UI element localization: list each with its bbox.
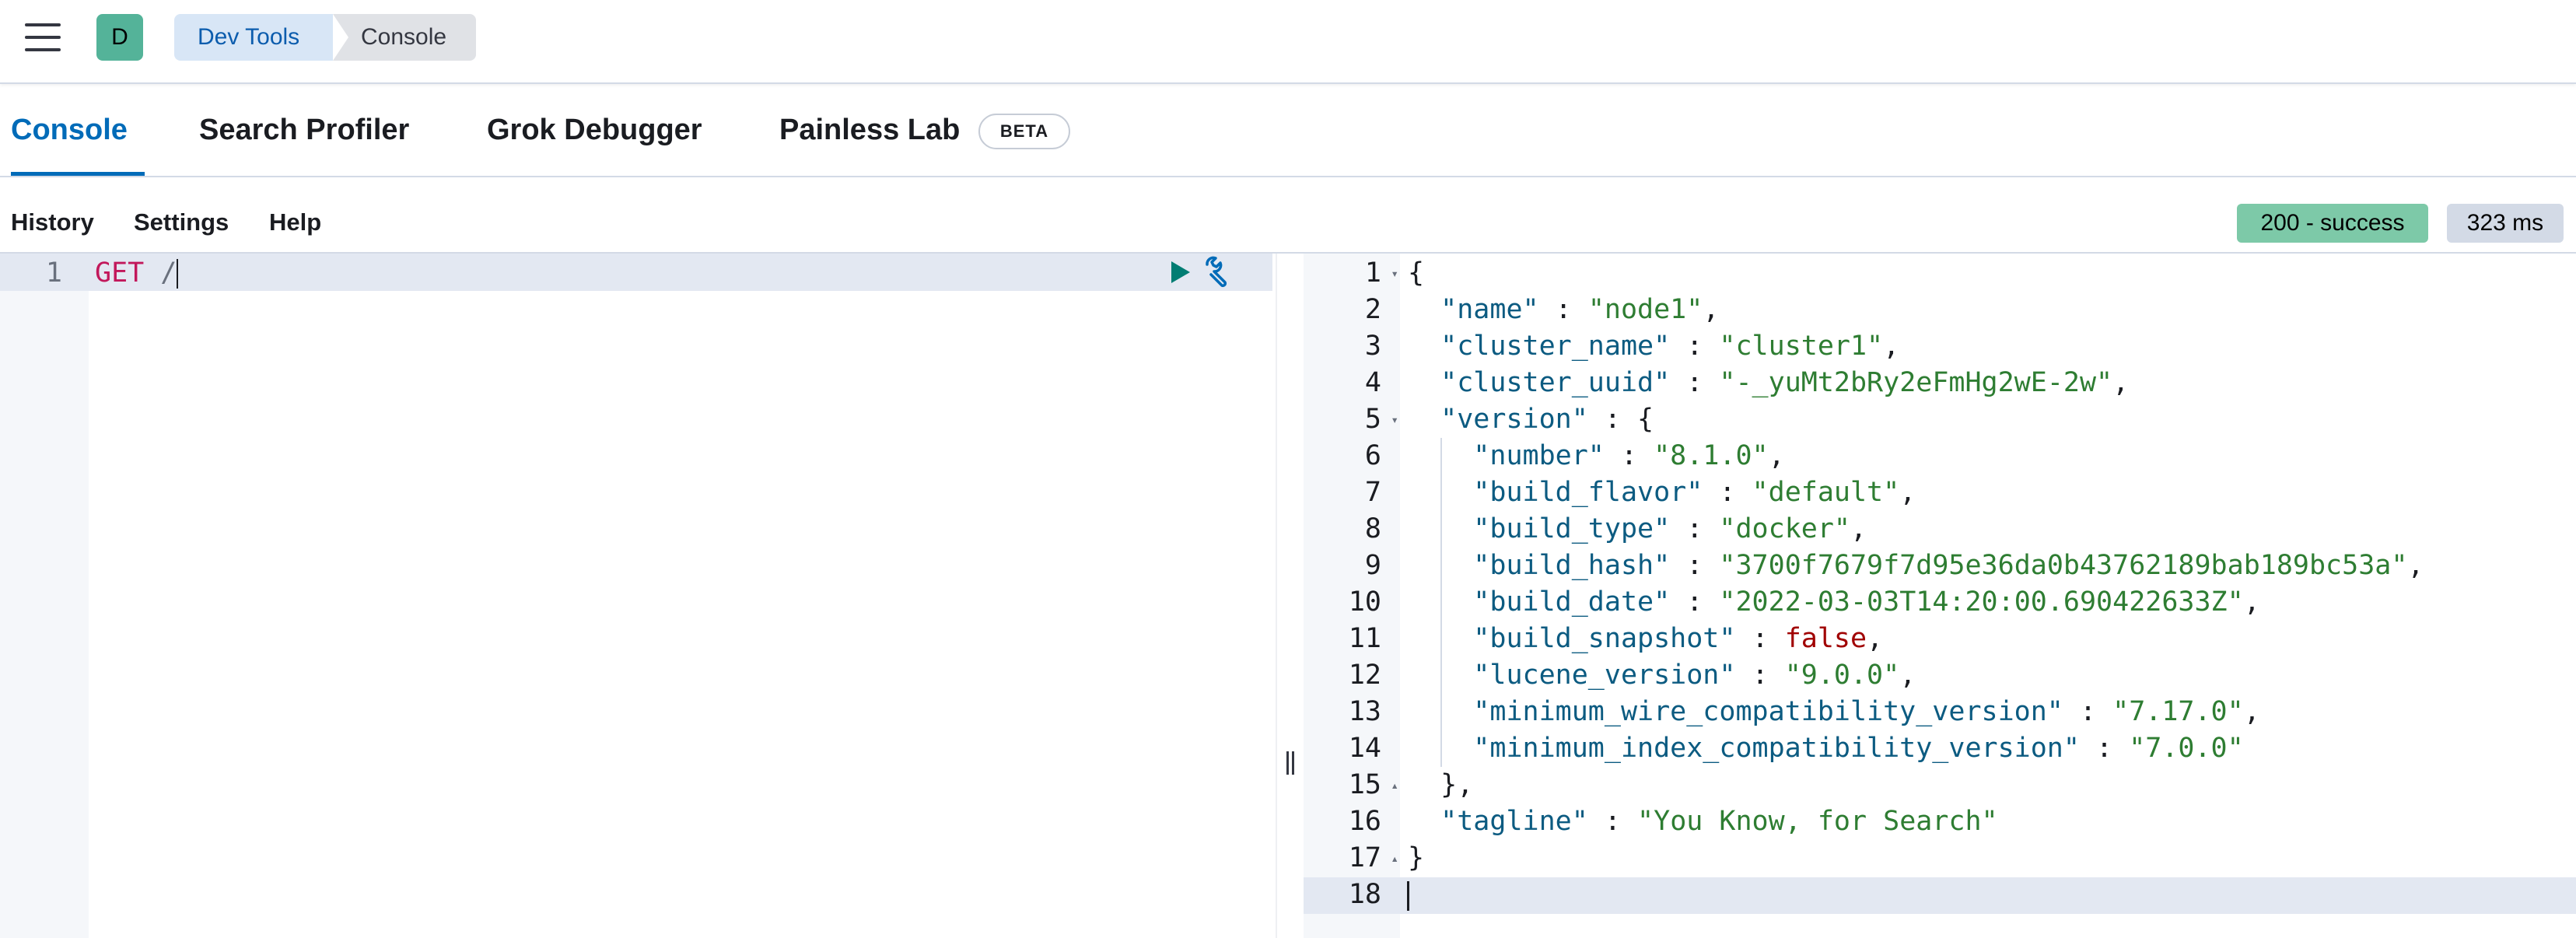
response-code-line: "number" : "8.1.0", (1408, 438, 2424, 474)
response-line-number: 16 (1348, 806, 1381, 837)
dev-tools-tabs: Console Search Profiler Grok Debugger Pa… (0, 84, 2576, 177)
response-line-number: 2 (1364, 294, 1381, 325)
response-code-line: { (1408, 257, 1425, 289)
response-code-line: "minimum_index_compatibility_version" : … (1408, 730, 2424, 767)
response-code-line: "tagline" : "You Know, for Search" (1440, 806, 1998, 837)
response-line-number: 7 (1364, 477, 1381, 508)
history-link[interactable]: History (11, 208, 94, 236)
response-line-number: 4 (1364, 367, 1381, 398)
settings-link[interactable]: Settings (134, 208, 229, 236)
play-icon[interactable] (1164, 257, 1195, 288)
status-badge: 200 - success (2237, 204, 2428, 243)
request-caret (177, 259, 179, 289)
response-code-line: "cluster_name" : "cluster1", (1440, 331, 1900, 362)
app-header: D Dev Tools Console (0, 0, 2576, 84)
response-code-line (1408, 877, 2424, 913)
help-link[interactable]: Help (269, 208, 321, 236)
fold-toggle-icon[interactable]: ▾ (1391, 255, 1398, 292)
response-line-number: 9 (1364, 550, 1381, 581)
response-editor[interactable]: { "name" : "node1", "cluster_name" : "cl… (1408, 255, 2424, 913)
response-code-line: "name" : "node1", (1440, 294, 1720, 325)
wrench-icon[interactable] (1201, 254, 1237, 289)
request-method: GET (95, 257, 145, 289)
response-code-line: "build_snapshot" : false, (1408, 621, 2424, 657)
tab-painless-lab[interactable]: Painless Lab (779, 84, 960, 174)
response-line-number: 17 ▴ (1304, 840, 1398, 877)
response-line-number: 3 (1364, 331, 1381, 362)
request-path: / (160, 257, 177, 289)
resize-handle[interactable] (1276, 254, 1305, 938)
fold-toggle-icon[interactable]: ▴ (1391, 840, 1398, 877)
request-gutter (0, 254, 89, 938)
response-code-line: "lucene_version" : "9.0.0", (1408, 657, 2424, 694)
fold-toggle-icon[interactable]: ▾ (1391, 401, 1398, 438)
breadcrumb-console: Console (333, 14, 476, 61)
response-caret (1407, 881, 1409, 911)
response-code-line: "build_type" : "docker", (1408, 511, 2424, 548)
response-line-number: 5 ▾ (1304, 401, 1398, 438)
tab-search-profiler[interactable]: Search Profiler (199, 84, 409, 174)
duration-badge: 323 ms (2447, 204, 2564, 243)
response-line-number: 12 (1348, 660, 1381, 691)
response-code-line: "minimum_wire_compatibility_version" : "… (1408, 694, 2424, 730)
response-line-numbers: 1 ▾ 2 3 4 5 ▾ 6 7 8 9 10 11 12 13 14 15 ▴ 16 17 ▴ 18 (1304, 255, 1398, 913)
response-code-line: "build_hash" : "3700f7679f7d95e36da0b437… (1408, 548, 2424, 584)
response-code-line: "build_flavor" : "default", (1408, 474, 2424, 511)
fold-toggle-icon[interactable]: ▴ (1391, 767, 1398, 803)
space-avatar[interactable]: D (96, 14, 143, 61)
response-line-number: 18 (1348, 879, 1381, 910)
hamburger-icon[interactable] (25, 22, 61, 53)
response-line-number: 8 (1364, 513, 1381, 544)
tab-grok-debugger[interactable]: Grok Debugger (487, 84, 702, 174)
response-line-number: 14 (1348, 733, 1381, 764)
beta-badge: BETA (978, 114, 1070, 149)
response-code-line: } (1408, 842, 1425, 873)
response-line-number: 13 (1348, 696, 1381, 727)
response-line-number: 11 (1348, 623, 1381, 654)
response-code-line: "build_date" : "2022-03-03T14:20:00.6904… (1408, 584, 2424, 621)
response-line-number: 15 ▴ (1304, 767, 1398, 803)
response-code-line: "version" : { (1440, 404, 1654, 435)
breadcrumb-dev-tools[interactable]: Dev Tools (174, 14, 353, 61)
request-line-number: 1 (45, 257, 62, 289)
response-code-line: }, (1440, 769, 1474, 800)
response-code-line: "cluster_uuid" : "-_yuMt2bRy2eFmHg2wE-2w… (1440, 367, 2130, 398)
response-line-number: 1 ▾ (1304, 255, 1398, 292)
request-editor[interactable]: GET / (95, 255, 179, 292)
response-line-number: 6 (1364, 440, 1381, 471)
request-active-line (0, 254, 1272, 291)
tab-console[interactable]: Console (11, 84, 145, 176)
response-line-number: 10 (1348, 586, 1381, 618)
